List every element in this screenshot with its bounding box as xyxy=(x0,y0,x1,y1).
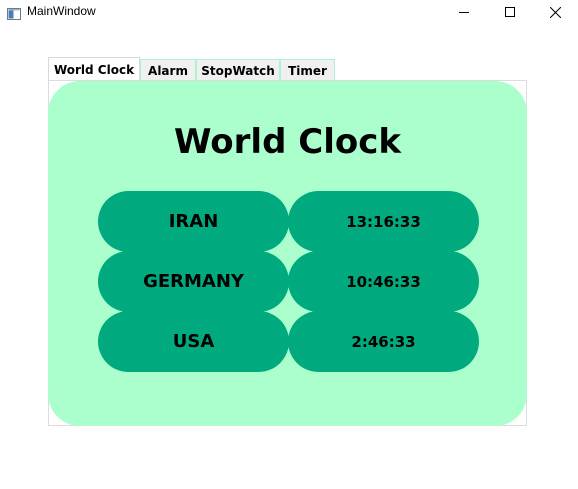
world-clock-panel: World Clock IRAN 13:16:33 GERMANY 10:46:… xyxy=(48,81,527,426)
tab-timer[interactable]: Timer xyxy=(280,59,335,81)
tab-bar: World Clock Alarm StopWatch Timer xyxy=(48,57,335,81)
page-title: World Clock xyxy=(174,122,401,162)
country-label-iran: IRAN xyxy=(98,191,289,252)
close-icon xyxy=(549,6,561,18)
time-label-germany: 10:46:33 xyxy=(288,251,479,312)
tab-world-clock[interactable]: World Clock xyxy=(48,57,140,81)
tab-alarm[interactable]: Alarm xyxy=(140,59,196,81)
tab-stopwatch[interactable]: StopWatch xyxy=(196,59,280,81)
window-title: MainWindow xyxy=(27,4,96,18)
close-button[interactable] xyxy=(532,0,578,24)
time-label-usa: 2:46:33 xyxy=(288,311,479,372)
maximize-button[interactable] xyxy=(487,0,533,24)
maximize-icon xyxy=(505,7,515,17)
minimize-icon xyxy=(459,12,469,13)
app-icon xyxy=(7,5,21,20)
time-label-iran: 13:16:33 xyxy=(288,191,479,252)
country-label-usa: USA xyxy=(98,311,289,372)
minimize-button[interactable] xyxy=(441,0,487,24)
title-bar: MainWindow xyxy=(0,0,578,24)
country-label-germany: GERMANY xyxy=(98,251,289,312)
